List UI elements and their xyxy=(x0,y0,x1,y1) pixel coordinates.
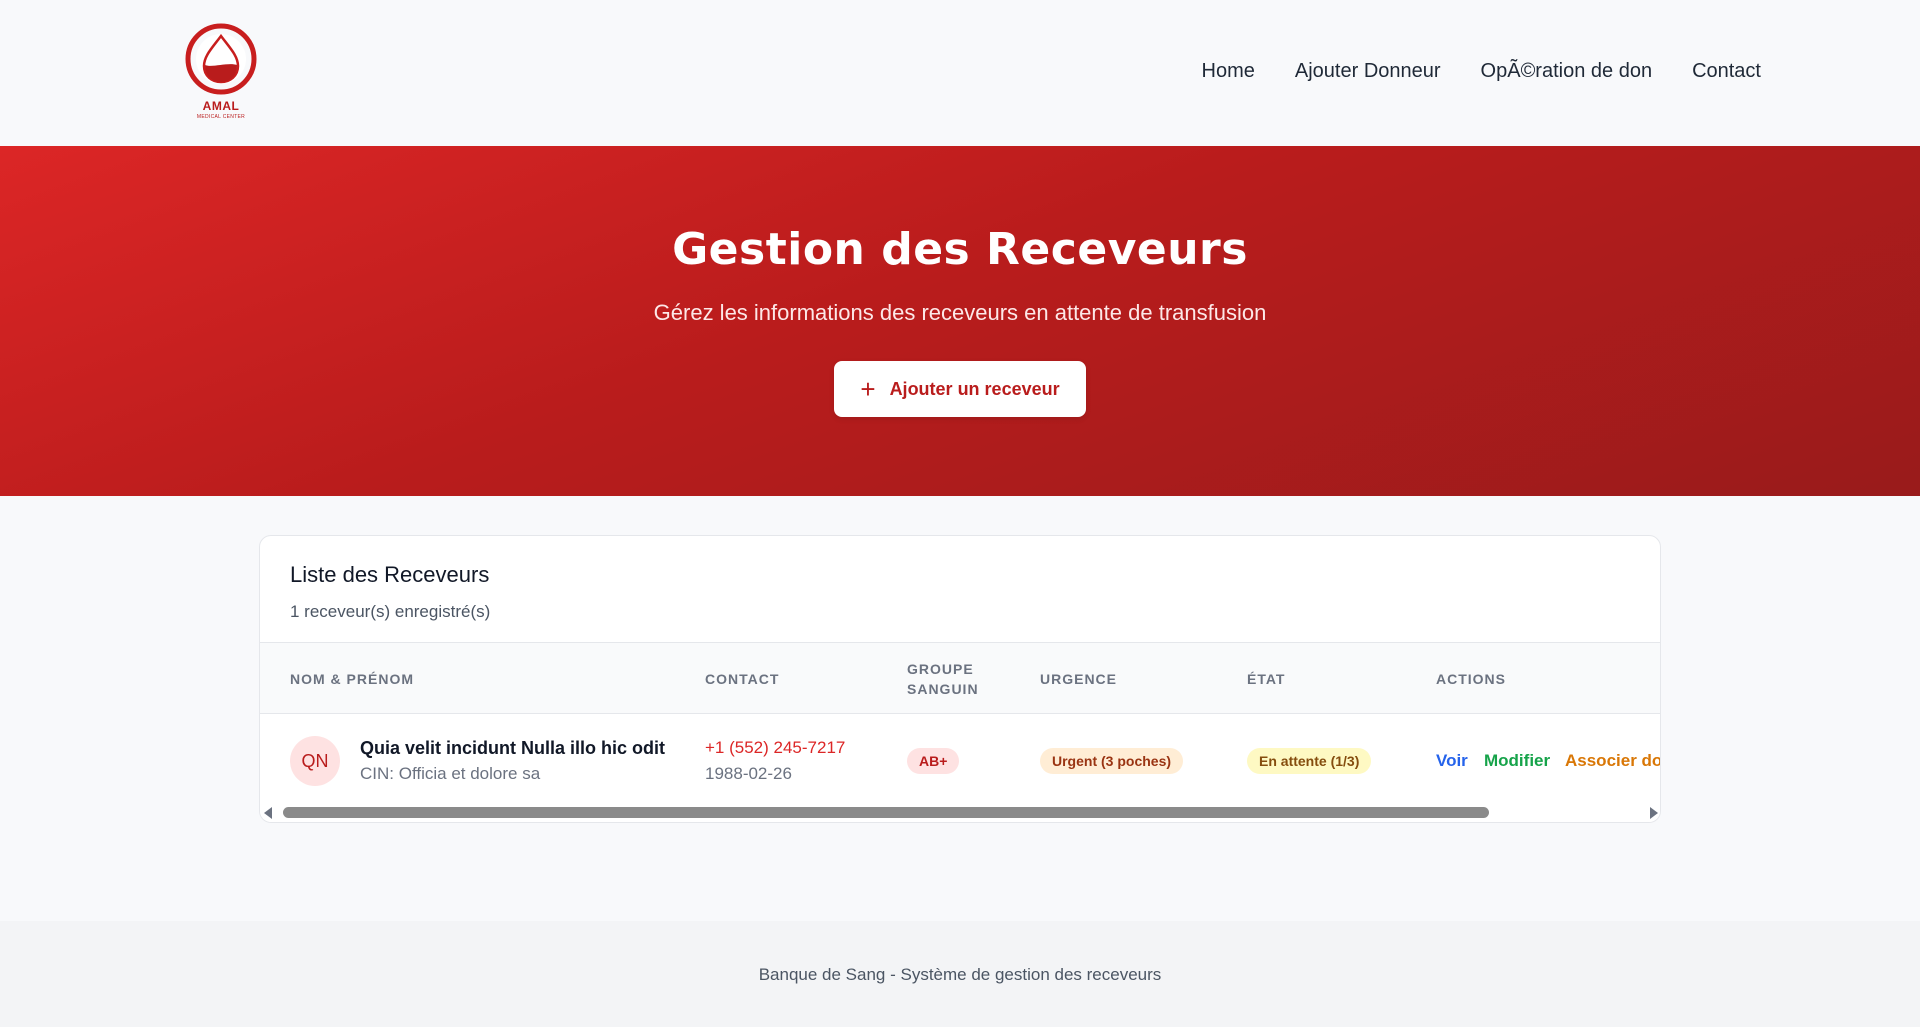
page-title: Gestion des Receveurs xyxy=(672,224,1248,275)
footer-text: Banque de Sang - Système de gestion des … xyxy=(758,965,1162,984)
recipients-card: Liste des Receveurs 1 receveur(s) enregi… xyxy=(259,535,1661,823)
nav-add-donor[interactable]: Ajouter Donneur xyxy=(1295,60,1441,83)
header-actions: ACTIONS xyxy=(1436,671,1506,687)
main-nav: Home Ajouter Donneur OpÃ©ration de don C… xyxy=(1202,60,1761,83)
view-button[interactable]: Voir xyxy=(1436,751,1468,771)
logo-name: AMAL xyxy=(202,99,240,113)
blood-drop-logo-icon xyxy=(185,23,257,95)
header-urgency: URGENCE xyxy=(1040,671,1118,687)
logo-tagline: MEDICAL CENTER xyxy=(196,114,246,120)
recipients-count: 1 receveur(s) enregistré(s) xyxy=(290,602,491,621)
scroll-left-arrow-icon[interactable] xyxy=(264,807,272,819)
recipient-birthdate: 1988-02-26 xyxy=(705,764,792,783)
recipient-cin: CIN: Officia et dolore sa xyxy=(360,764,541,783)
add-recipient-button[interactable]: + Ajouter un receveur xyxy=(834,361,1086,417)
blood-group-badge: AB+ xyxy=(907,748,960,774)
plus-icon: + xyxy=(860,374,876,404)
recipients-list-title: Liste des Receveurs xyxy=(290,562,490,587)
footer: Banque de Sang - Système de gestion des … xyxy=(0,921,1920,1027)
header-contact: CONTACT xyxy=(705,671,780,687)
avatar: QN xyxy=(290,736,340,786)
scroll-right-arrow-icon[interactable] xyxy=(1650,807,1658,819)
associate-donation-button[interactable]: Associer don xyxy=(1565,751,1660,771)
nav-contact[interactable]: Contact xyxy=(1692,60,1761,83)
status-badge: En attente (1/3) xyxy=(1247,748,1372,774)
nav-donation-operation[interactable]: OpÃ©ration de don xyxy=(1481,60,1653,83)
logo[interactable]: AMAL MEDICAL CENTER xyxy=(182,22,260,124)
scrollbar-thumb[interactable] xyxy=(283,807,1489,818)
page-subtitle: Gérez les informations des receveurs en … xyxy=(653,300,1267,325)
header-state: ÉTAT xyxy=(1247,671,1286,687)
add-recipient-label: Ajouter un receveur xyxy=(889,378,1060,399)
header-blood-group: GROUPE SANGUIN xyxy=(907,661,979,697)
edit-button[interactable]: Modifier xyxy=(1484,751,1550,771)
table-header: NOM & PRÉNOM CONTACT GROUPE SANGUIN URGE… xyxy=(260,642,1660,714)
recipient-phone[interactable]: +1 (552) 245-7217 xyxy=(705,738,845,758)
nav-home[interactable]: Home xyxy=(1202,60,1255,83)
urgency-badge: Urgent (3 poches) xyxy=(1040,748,1184,774)
horizontal-scrollbar[interactable] xyxy=(260,802,1660,822)
header-name: NOM & PRÉNOM xyxy=(290,671,414,687)
navbar: AMAL MEDICAL CENTER Home Ajouter Donneur… xyxy=(0,0,1920,146)
hero-banner: Gestion des Receveurs Gérez les informat… xyxy=(0,146,1920,496)
table-row: QN Quia velit incidunt Nulla illo hic od… xyxy=(260,714,1660,802)
recipient-name: Quia velit incidunt Nulla illo hic odit xyxy=(360,738,666,758)
